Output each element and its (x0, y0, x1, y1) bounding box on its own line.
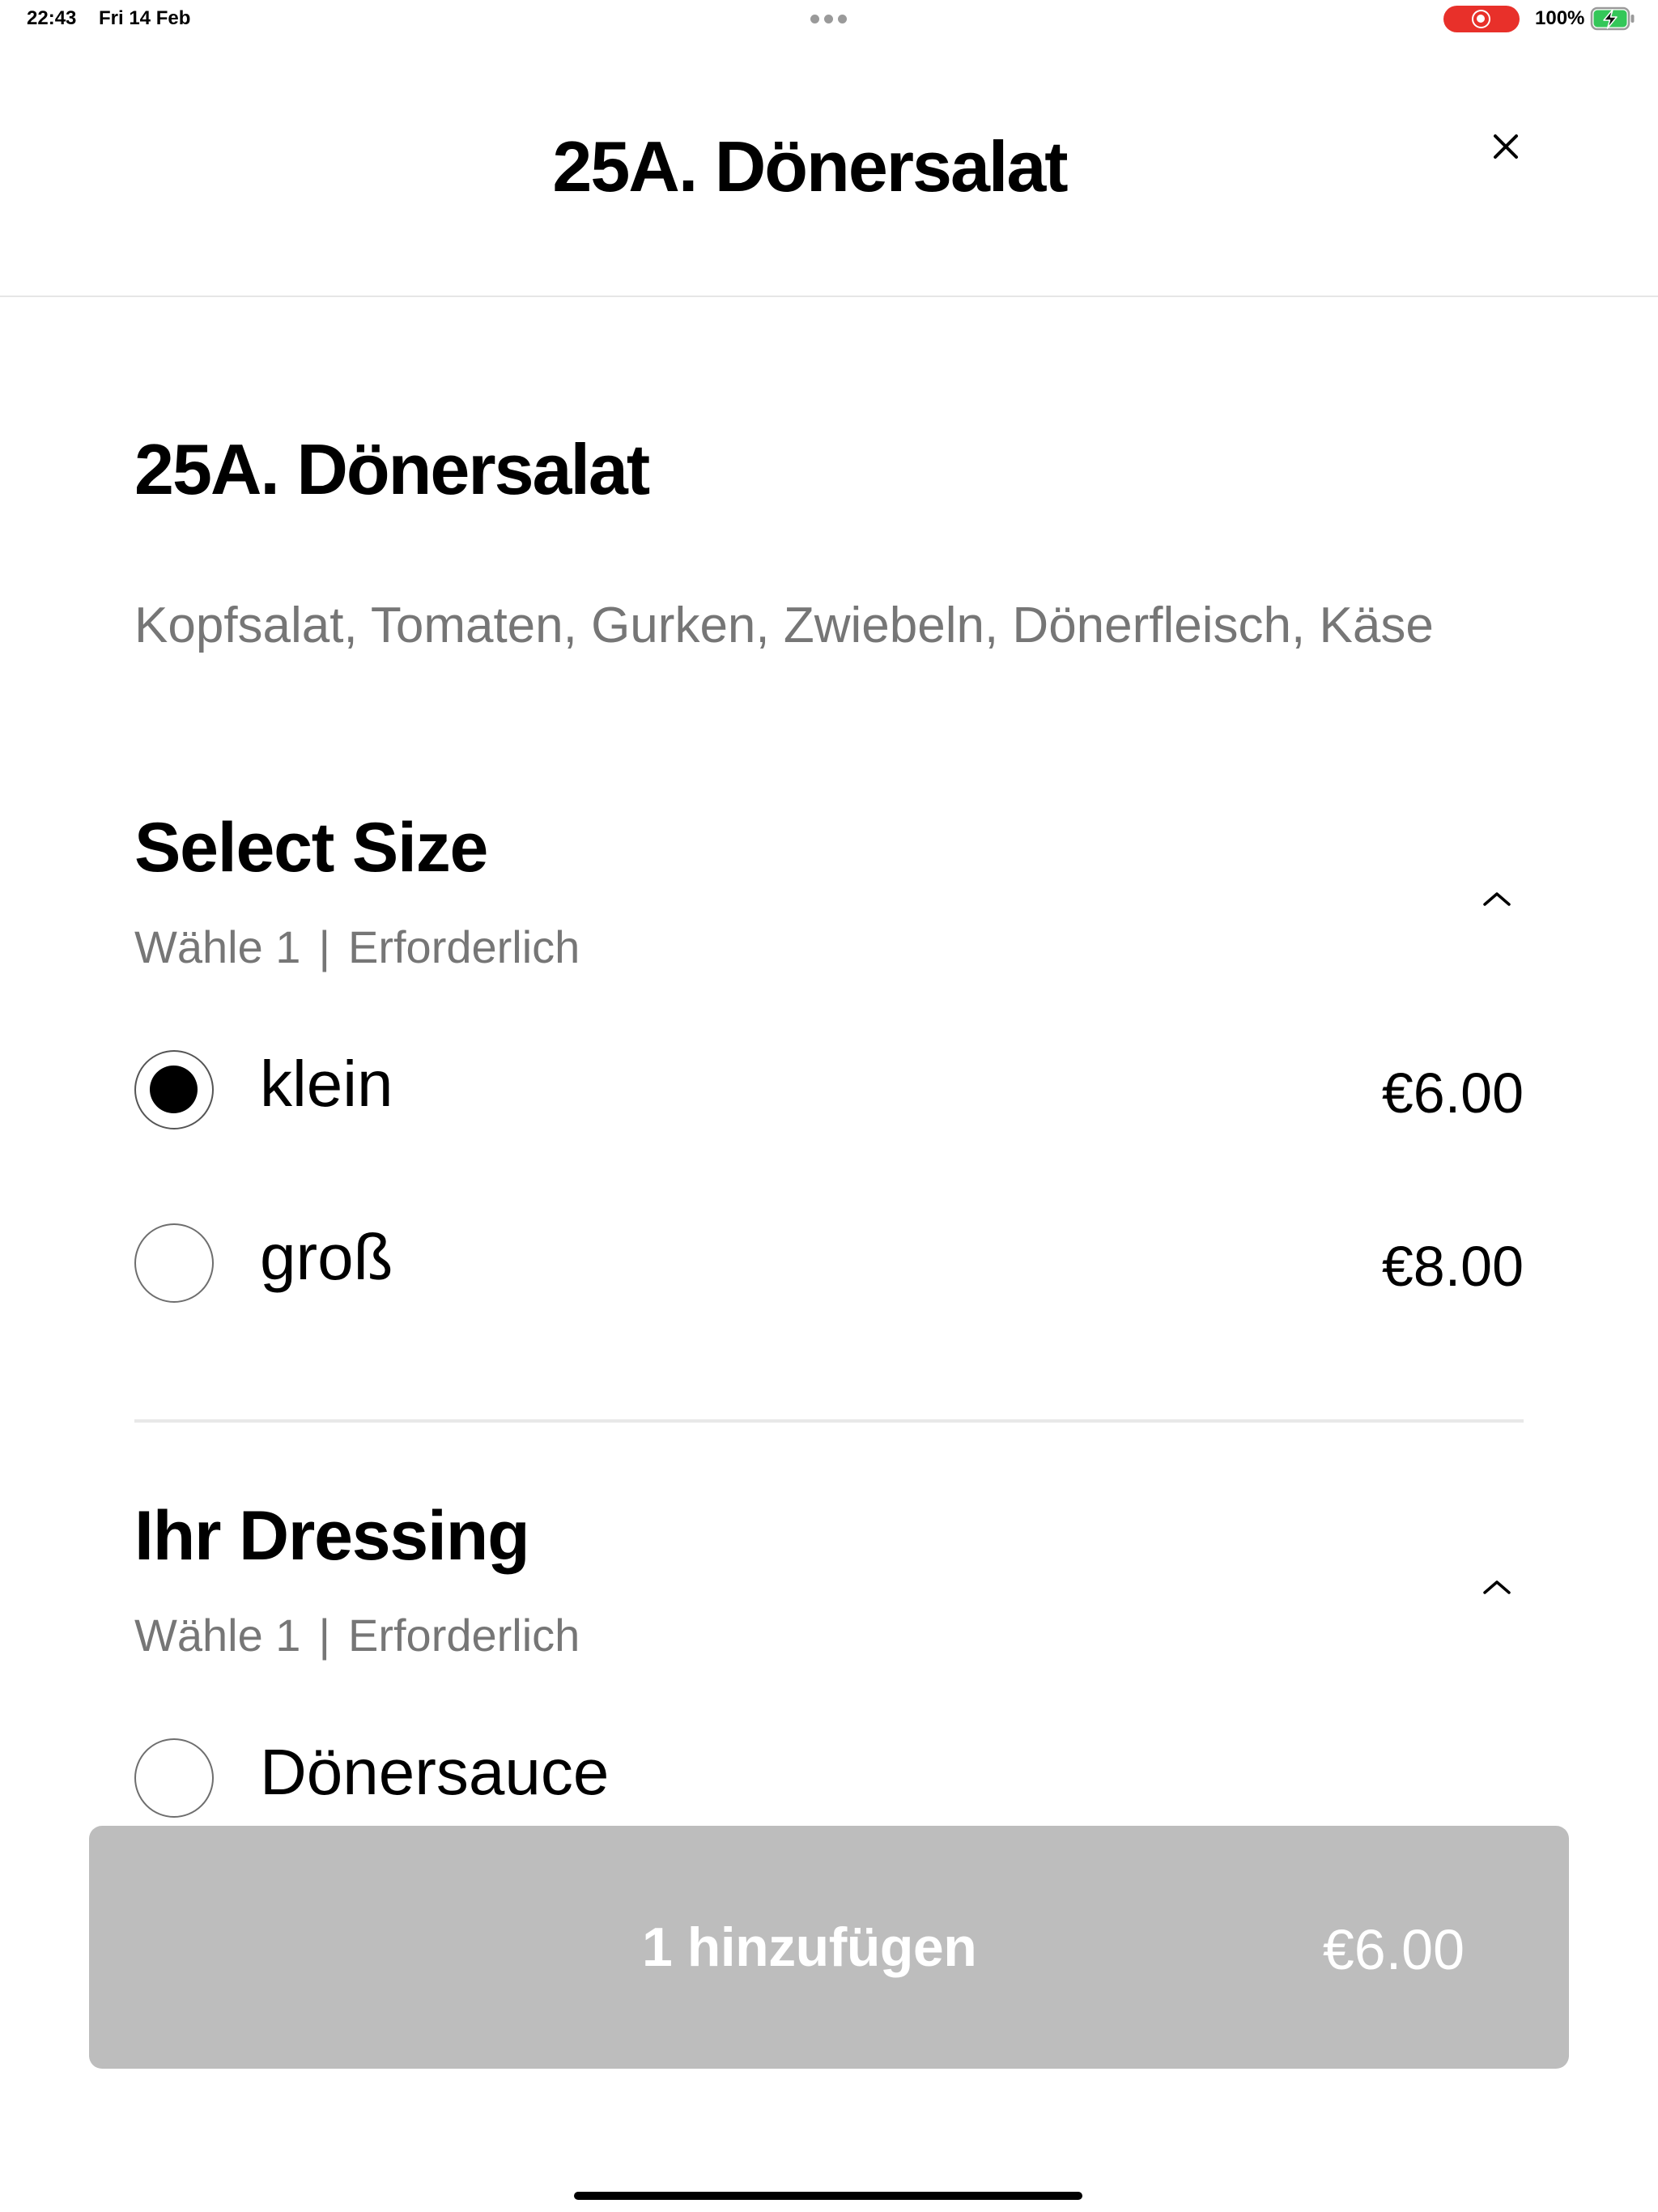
status-time: 22:43 (27, 7, 77, 29)
item-title: 25A. Dönersalat (134, 429, 650, 509)
group-separator: | (318, 1610, 330, 1661)
record-ring (1472, 10, 1490, 28)
footer: 1 hinzufügen €6.00 (0, 1820, 1658, 2212)
header-divider (0, 296, 1658, 297)
group-title: Select Size (134, 809, 488, 887)
option-row-klein[interactable]: klein €6.00 (134, 1037, 1524, 1142)
radio-button[interactable] (134, 1738, 214, 1818)
radio-button[interactable] (134, 1223, 214, 1303)
section-divider (134, 1419, 1524, 1423)
option-group-size: Select Size Wähle 1 | Erforderlich klein €… (0, 810, 1658, 1393)
header-title: 25A. Dönersalat (552, 126, 1068, 206)
group-rule: Wähle 1 (134, 921, 301, 972)
option-price: €6.00 (1381, 1061, 1524, 1125)
close-icon (1494, 134, 1518, 159)
option-label: Dönersauce (260, 1736, 610, 1808)
home-indicator[interactable] (574, 2192, 1082, 2200)
option-label: klein (260, 1048, 393, 1120)
screen-recording-icon[interactable] (1443, 6, 1520, 32)
group-requirement: Erforderlich (347, 1610, 580, 1661)
option-row-doenersauce[interactable]: Dönersauce (134, 1725, 1524, 1831)
group-rule: Wähle 1 (134, 1610, 301, 1661)
radio-selected-dot (150, 1066, 198, 1113)
group-separator: | (318, 921, 330, 972)
close-button[interactable] (1482, 122, 1530, 171)
battery-percent: 100% (1535, 7, 1585, 29)
add-button-price: €6.00 (1322, 1918, 1465, 1981)
add-button-label: 1 hinzufügen (642, 1916, 977, 1978)
chevron-up-icon (1483, 1580, 1511, 1594)
option-price: €8.00 (1381, 1235, 1524, 1298)
collapse-size-button[interactable] (1478, 887, 1516, 910)
group-requirement: Erforderlich (347, 921, 580, 972)
battery-charging-icon (1590, 6, 1635, 31)
group-subtitle: Wähle 1 | Erforderlich (134, 1613, 580, 1658)
group-title: Ihr Dressing (134, 1497, 530, 1575)
multitasking-dots-icon[interactable] (810, 15, 847, 23)
group-subtitle: Wähle 1 | Erforderlich (134, 925, 580, 970)
option-label: groß (260, 1221, 393, 1293)
item-description: Kopfsalat, Tomaten, Gurken, Zwiebeln, Dö… (134, 598, 1434, 653)
add-to-cart-button[interactable]: 1 hinzufügen €6.00 (89, 1826, 1569, 2069)
radio-button[interactable] (134, 1050, 214, 1129)
status-date: Fri 14 Feb (99, 7, 191, 29)
status-bar: 22:43 Fri 14 Feb 100% (0, 0, 1658, 37)
option-row-gross[interactable]: groß €8.00 (134, 1210, 1524, 1316)
collapse-dressing-button[interactable] (1478, 1576, 1516, 1598)
chevron-up-icon (1483, 892, 1511, 906)
